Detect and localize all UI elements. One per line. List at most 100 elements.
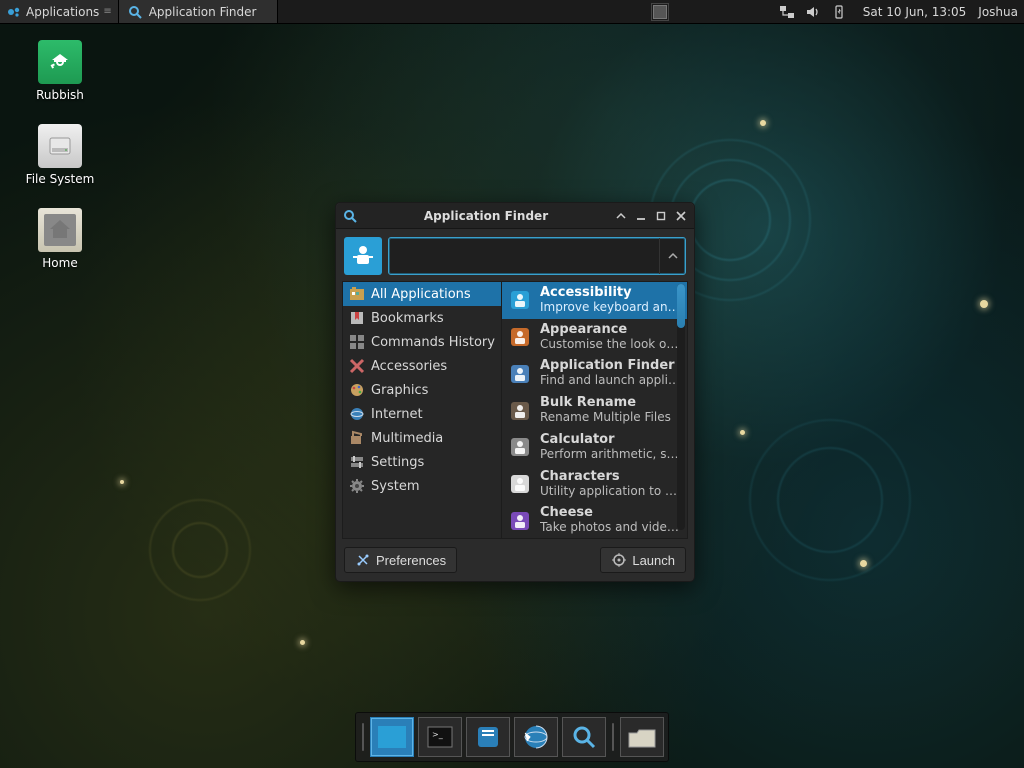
app-icon bbox=[508, 399, 532, 423]
app-title: Accessibility bbox=[540, 286, 681, 301]
dock-item-appfinder[interactable] bbox=[562, 717, 606, 757]
appfinder-window: Application Finder All Applications Bookm… bbox=[335, 202, 695, 582]
window-minimize-button[interactable] bbox=[634, 209, 648, 223]
category-item-system[interactable]: System bbox=[343, 474, 501, 498]
volume-icon[interactable] bbox=[805, 4, 821, 20]
window-collapse-button[interactable] bbox=[614, 209, 628, 223]
search-input[interactable] bbox=[389, 238, 659, 274]
workspace-switcher[interactable] bbox=[651, 3, 669, 21]
desktop-icon-rubbish[interactable]: Rubbish bbox=[20, 40, 100, 102]
window-close-button[interactable] bbox=[674, 209, 688, 223]
app-title: Bulk Rename bbox=[540, 396, 671, 411]
preferences-button[interactable]: Preferences bbox=[344, 547, 457, 573]
category-item-settings[interactable]: Settings bbox=[343, 450, 501, 474]
app-title: Application Finder bbox=[540, 359, 681, 374]
titlebar[interactable]: Application Finder bbox=[336, 203, 694, 229]
hamburger-icon: ≡ bbox=[103, 6, 111, 17]
dock-item-terminal[interactable]: >_ bbox=[418, 717, 462, 757]
all-icon bbox=[349, 286, 365, 302]
content-row: All Applications Bookmarks Commands Histor… bbox=[336, 281, 694, 539]
app-item-characters[interactable]: CharactersUtility application to fi... bbox=[502, 466, 687, 503]
app-item-bulk-rename[interactable]: Bulk RenameRename Multiple Files bbox=[502, 392, 687, 429]
app-title: Characters bbox=[540, 470, 681, 485]
app-item-cheese[interactable]: CheeseTake photos and video... bbox=[502, 502, 687, 538]
dock-item-web-browser[interactable] bbox=[514, 717, 558, 757]
settings-icon bbox=[349, 454, 365, 470]
graphics-icon bbox=[349, 382, 365, 398]
network-icon[interactable] bbox=[779, 4, 795, 20]
app-desc: Customise the look of... bbox=[540, 338, 681, 352]
application-list[interactable]: AccessibilityImprove keyboard and...Appe… bbox=[502, 281, 688, 539]
category-list[interactable]: All Applications Bookmarks Commands Histor… bbox=[342, 281, 502, 539]
category-item-all-applications[interactable]: All Applications bbox=[343, 282, 501, 306]
desktop-icon-label: Rubbish bbox=[36, 88, 84, 102]
user-label: Joshua bbox=[978, 5, 1018, 19]
app-item-application-finder[interactable]: Application FinderFind and launch applic… bbox=[502, 355, 687, 392]
category-item-internet[interactable]: Internet bbox=[343, 402, 501, 426]
category-label: Commands History bbox=[371, 335, 495, 350]
category-label: Bookmarks bbox=[371, 311, 444, 326]
app-desc: Rename Multiple Files bbox=[540, 411, 671, 425]
launch-label: Launch bbox=[632, 553, 675, 568]
app-title: Appearance bbox=[540, 323, 681, 338]
app-item-calculator[interactable]: CalculatorPerform arithmetic, sc... bbox=[502, 429, 687, 466]
bookmark-icon bbox=[349, 310, 365, 326]
app-desc: Improve keyboard and... bbox=[540, 301, 681, 315]
app-desc: Take photos and video... bbox=[540, 521, 681, 535]
search-dropdown-button[interactable] bbox=[659, 238, 685, 274]
dock-handle[interactable] bbox=[360, 717, 366, 757]
applications-menu-button[interactable]: Applications ≡ bbox=[0, 0, 118, 23]
launch-button[interactable]: Launch bbox=[600, 547, 686, 573]
category-label: Internet bbox=[371, 407, 423, 422]
desktop-icon-home[interactable]: Home bbox=[20, 208, 100, 270]
window-maximize-button[interactable] bbox=[654, 209, 668, 223]
user-menu[interactable]: Joshua bbox=[972, 0, 1024, 23]
app-icon bbox=[508, 325, 532, 349]
dock: >_ bbox=[355, 712, 669, 762]
clock[interactable]: Sat 10 Jun, 13:05 bbox=[857, 0, 973, 23]
dock-item-files[interactable] bbox=[466, 717, 510, 757]
power-icon[interactable] bbox=[831, 4, 847, 20]
category-label: Multimedia bbox=[371, 431, 443, 446]
scrollbar-thumb[interactable] bbox=[677, 284, 685, 328]
system-tray bbox=[769, 0, 857, 23]
category-item-multimedia[interactable]: Multimedia bbox=[343, 426, 501, 450]
category-item-bookmarks[interactable]: Bookmarks bbox=[343, 306, 501, 330]
accessories-icon bbox=[349, 358, 365, 374]
svg-text:>_: >_ bbox=[432, 730, 444, 739]
taskbar-item-appfinder[interactable]: Application Finder bbox=[118, 0, 278, 23]
app-desc: Utility application to fi... bbox=[540, 485, 681, 499]
window-footer: Preferences Launch bbox=[336, 539, 694, 581]
window-title: Application Finder bbox=[364, 209, 608, 223]
category-label: All Applications bbox=[371, 287, 471, 302]
app-title: Calculator bbox=[540, 433, 681, 448]
app-icon bbox=[508, 362, 532, 386]
dock-separator bbox=[610, 717, 616, 757]
app-icon bbox=[508, 288, 532, 312]
search-row bbox=[336, 229, 694, 281]
dock-item-show-desktop[interactable] bbox=[370, 717, 414, 757]
app-item-accessibility[interactable]: AccessibilityImprove keyboard and... bbox=[502, 282, 687, 319]
panel-top: Applications ≡ Application Finder Sat 10… bbox=[0, 0, 1024, 24]
category-item-accessories[interactable]: Accessories bbox=[343, 354, 501, 378]
preferences-label: Preferences bbox=[376, 553, 446, 568]
app-item-appearance[interactable]: AppearanceCustomise the look of... bbox=[502, 319, 687, 356]
dock-item-home-folder[interactable] bbox=[620, 717, 664, 757]
app-icon bbox=[508, 509, 532, 533]
app-title: Cheese bbox=[540, 506, 681, 521]
magnifier-icon bbox=[127, 4, 143, 20]
home-folder-icon bbox=[38, 208, 82, 252]
desktop-icon-filesystem[interactable]: File System bbox=[20, 124, 100, 186]
history-icon bbox=[349, 334, 365, 350]
system-icon bbox=[349, 478, 365, 494]
category-hero-icon bbox=[344, 237, 382, 275]
category-label: Settings bbox=[371, 455, 424, 470]
launch-icon bbox=[611, 552, 627, 568]
category-item-graphics[interactable]: Graphics bbox=[343, 378, 501, 402]
category-item-commands-history[interactable]: Commands History bbox=[343, 330, 501, 354]
taskbar-item-label: Application Finder bbox=[149, 5, 257, 19]
window-icon bbox=[342, 208, 358, 224]
clock-label: Sat 10 Jun, 13:05 bbox=[863, 5, 967, 19]
category-label: Accessories bbox=[371, 359, 447, 374]
multimedia-icon bbox=[349, 430, 365, 446]
